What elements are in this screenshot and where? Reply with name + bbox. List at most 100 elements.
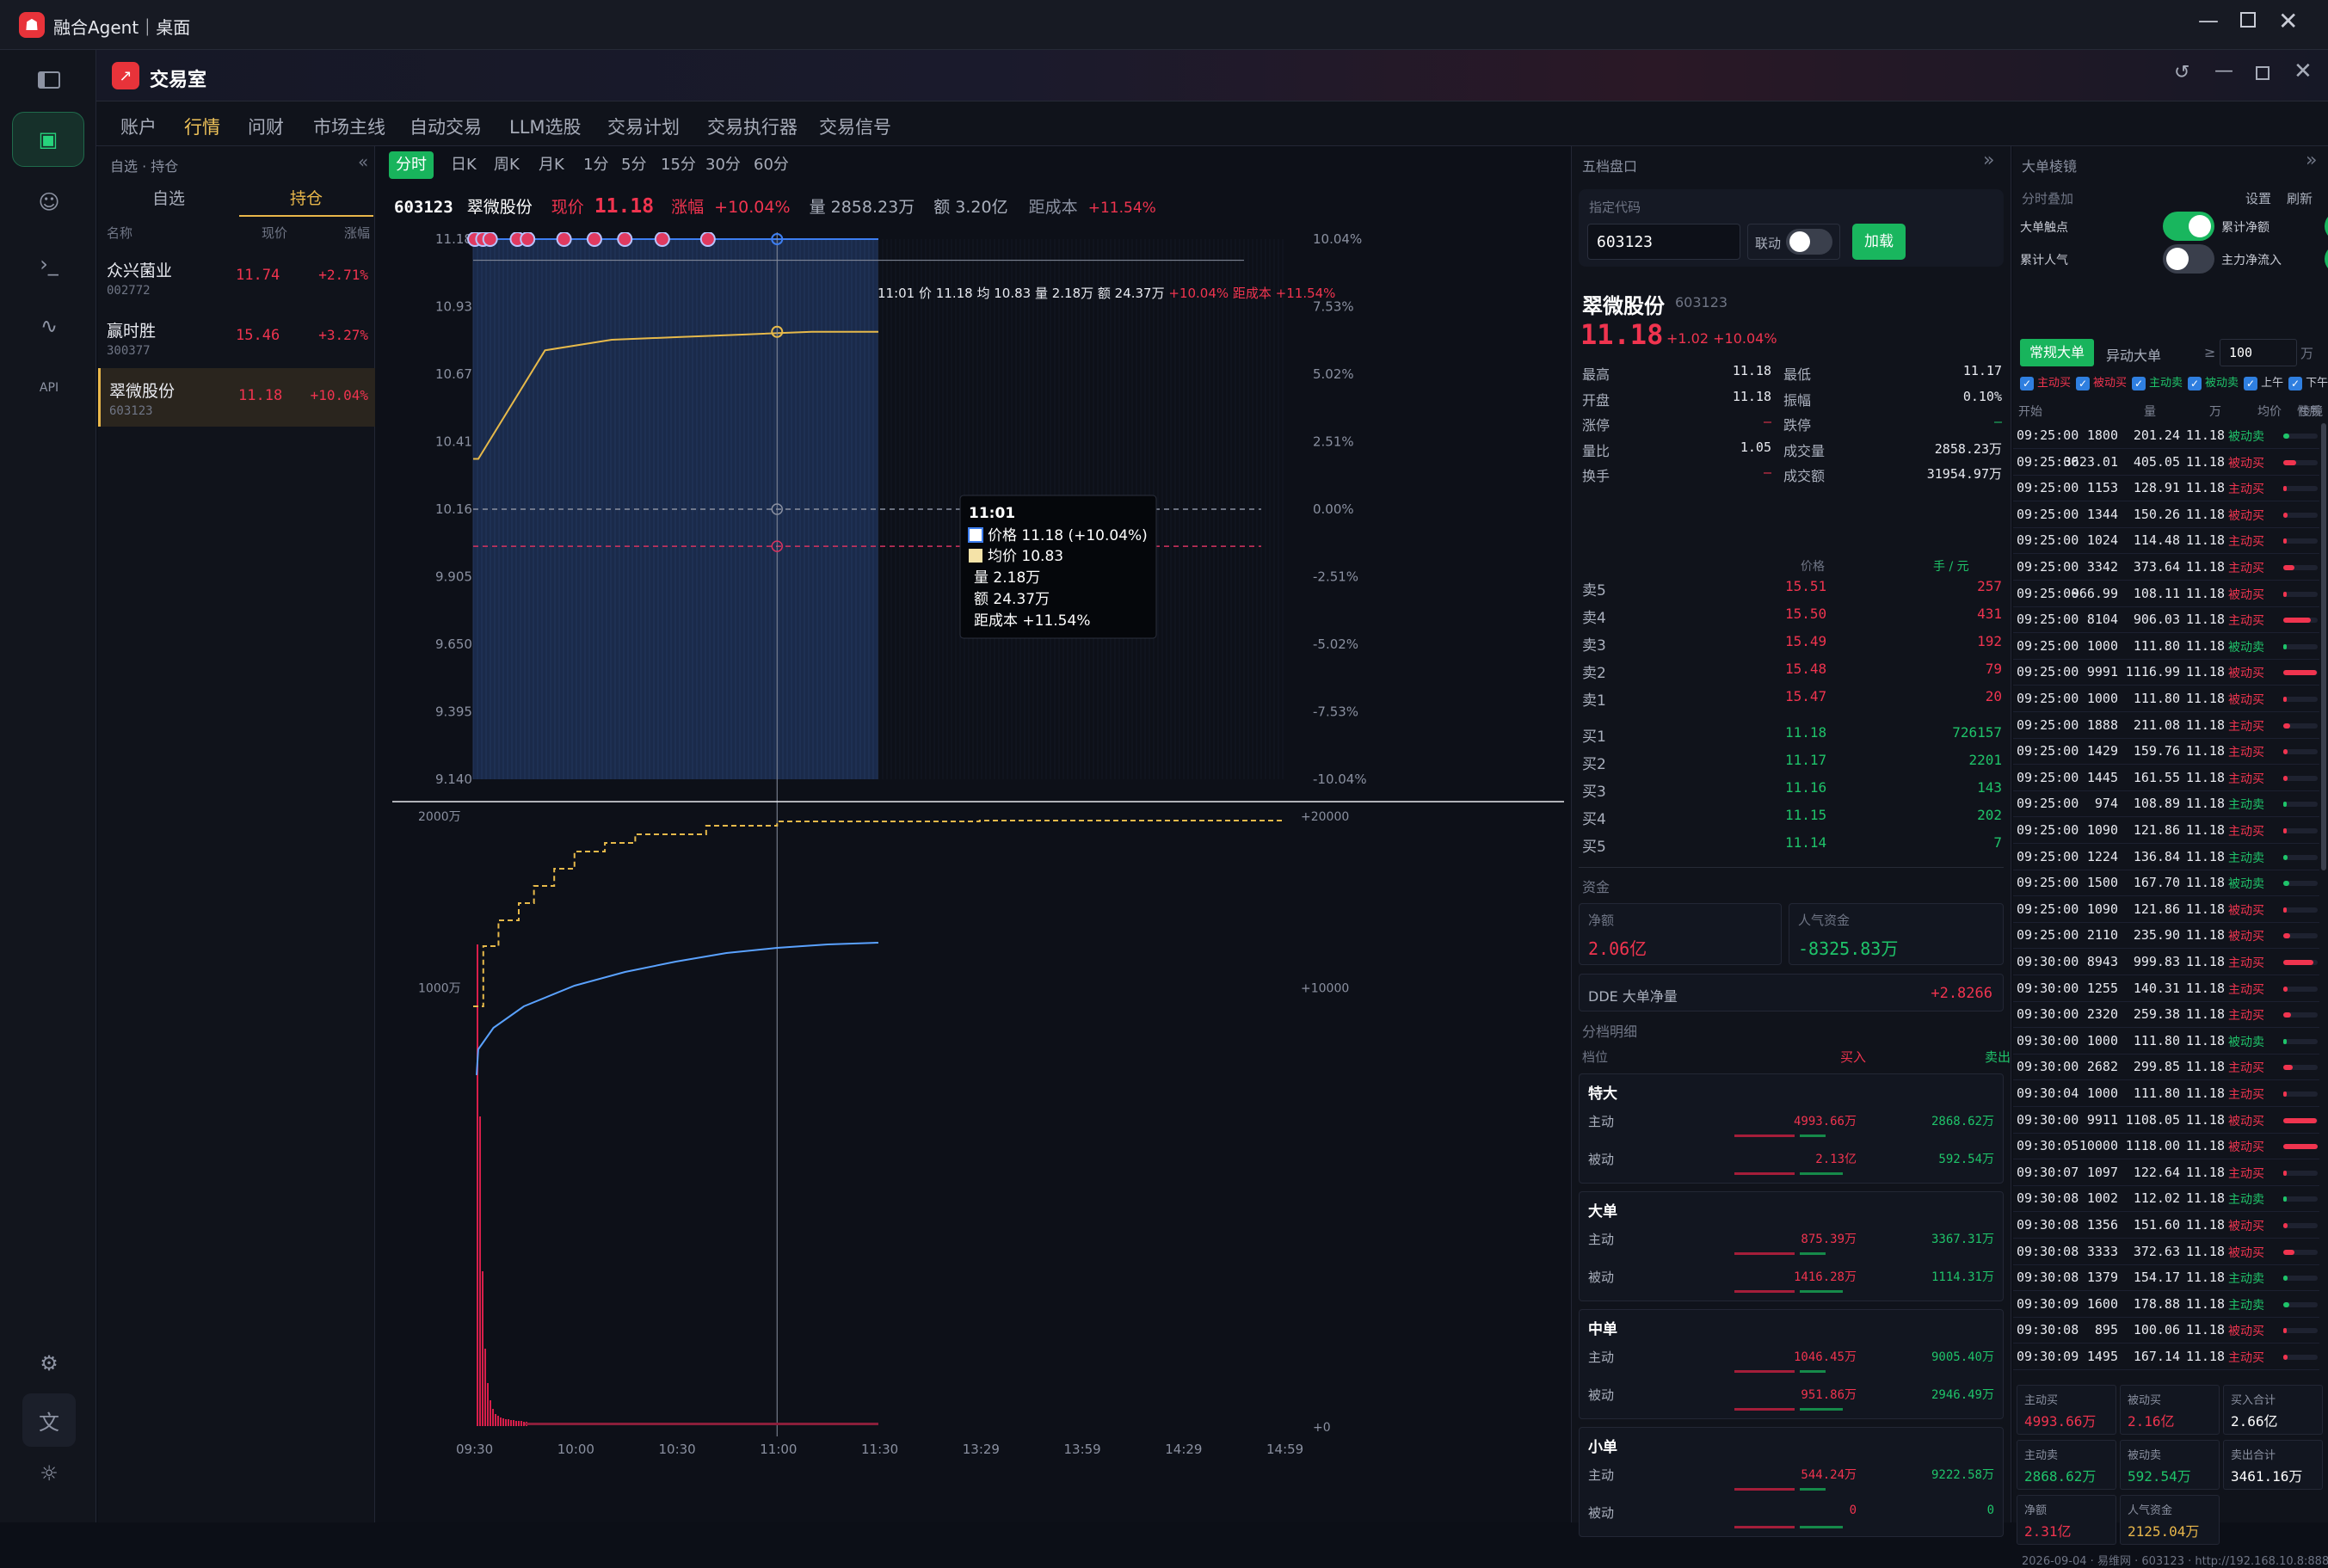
order-row[interactable]: 09:30:08 1356 151.60 11.18 被动买 (2013, 1213, 2319, 1239)
history-icon[interactable]: ↺ (2174, 62, 2189, 83)
tab-1[interactable]: 行情 (184, 114, 220, 139)
tab-0[interactable]: 账户 (120, 114, 157, 139)
tab-4[interactable]: 自动交易 (410, 114, 482, 139)
bids-price[interactable]: 11.17 (1785, 752, 1826, 768)
code-input[interactable]: 603123 (1587, 224, 1740, 260)
big-order-marker[interactable] (520, 232, 536, 247)
load-button[interactable]: 加载 (1852, 224, 1906, 260)
tab-regular-big[interactable]: 常规大单 (2020, 339, 2094, 366)
big-order-marker[interactable] (699, 232, 716, 247)
order-row[interactable]: 09:30:07 1097 122.64 11.18 主动买 (2013, 1160, 2319, 1186)
trend-icon[interactable]: ∿ (28, 304, 71, 347)
tab-3[interactable]: 市场主线 (313, 114, 385, 139)
filter-check[interactable]: ✓ 主动卖 (2132, 376, 2183, 390)
min-value-input[interactable]: 100 (2220, 339, 2297, 366)
orders-scrollbar[interactable] (2321, 423, 2326, 870)
order-row[interactable]: 09:30:00 1255 140.31 11.18 主动买 (2013, 976, 2319, 1002)
tab-2[interactable]: 问财 (248, 114, 284, 139)
period-7[interactable]: 30分 (699, 151, 748, 179)
minimize-icon[interactable]: — (2198, 9, 2219, 33)
order-row[interactable]: 09:30:08 1379 154.17 11.18 主动卖 (2013, 1265, 2319, 1292)
expand-right-icon[interactable]: » (1983, 150, 1994, 171)
overlay-toggle[interactable] (2163, 244, 2214, 274)
tab-8[interactable]: 交易信号 (819, 114, 891, 139)
order-row[interactable]: 09:30:00 2682 299.85 11.18 主动买 (2013, 1055, 2319, 1081)
order-row[interactable]: 09:25:00 1224 136.84 11.18 主动卖 (2013, 845, 2319, 870)
order-row[interactable]: 09:25:00 1500 167.70 11.18 被动卖 (2013, 870, 2319, 897)
settings-link[interactable]: 设置 (2245, 189, 2271, 207)
big-order-marker[interactable] (482, 232, 498, 247)
link-toggle[interactable] (1786, 229, 1832, 255)
order-row[interactable]: 09:25:00 1090 121.86 11.18 主动买 (2013, 818, 2319, 844)
asks-price[interactable]: 15.50 (1785, 606, 1826, 622)
maximize-icon[interactable] (2240, 12, 2256, 28)
app-close-icon[interactable]: ✕ (2294, 58, 2313, 84)
asks-price[interactable]: 15.47 (1785, 688, 1826, 704)
order-row[interactable]: 09:30:09 1600 178.88 11.18 主动卖 (2013, 1292, 2319, 1318)
refresh-link[interactable]: 刷新 (2287, 189, 2313, 207)
order-row[interactable]: 09:25:00 966.99 108.11 11.18 被动买 (2013, 581, 2319, 607)
asks-price[interactable]: 15.48 (1785, 661, 1826, 677)
tab-abnormal-big[interactable]: 异动大单 (2106, 344, 2161, 365)
big-order-marker[interactable] (586, 232, 602, 247)
order-row[interactable]: 09:25:00 1090 121.86 11.18 被动买 (2013, 897, 2319, 923)
overlay-toggle[interactable] (2163, 212, 2214, 241)
order-row[interactable]: 09:25:00 2110 235.90 11.18 被动买 (2013, 923, 2319, 950)
collapse-left-icon[interactable]: « (358, 151, 368, 172)
order-row[interactable]: 09:30:05 10000 1118.00 11.18 被动买 (2013, 1134, 2319, 1160)
sidebar-toggle-icon[interactable] (28, 58, 71, 101)
robot-icon[interactable]: ☺ (28, 181, 71, 224)
tab-7[interactable]: 交易执行器 (707, 114, 798, 139)
order-row[interactable]: 09:25:00 1000 111.80 11.18 被动卖 (2013, 634, 2319, 660)
terminal-icon[interactable]: ›_ (28, 243, 71, 286)
order-row[interactable]: 09:25:00 1888 211.08 11.18 主动买 (2013, 713, 2319, 739)
period-1[interactable]: 日K (444, 151, 483, 179)
app-restore-icon[interactable] (2256, 66, 2269, 80)
overlay-toggle[interactable] (2325, 212, 2328, 241)
filter-check[interactable]: ✓ 被动买 (2076, 376, 2127, 390)
order-row[interactable]: 09:25:00 1800 201.24 11.18 被动卖 (2013, 423, 2319, 449)
filter-check[interactable]: ✓ 下午 (2288, 376, 2328, 390)
close-icon[interactable]: ✕ (2278, 7, 2298, 35)
order-row[interactable]: 09:30:00 8943 999.83 11.18 主动买 (2013, 950, 2319, 975)
intraday-chart[interactable]: 11.18 10.04% 10.93 7.53% 10.67 5.02% 10.41 2.51… (384, 232, 1569, 1522)
order-row[interactable]: 09:25:00 1024 114.48 11.18 主动买 (2013, 528, 2319, 555)
order-row[interactable]: 09:30:08 1002 112.02 11.18 主动卖 (2013, 1186, 2319, 1213)
tab-6[interactable]: 交易计划 (607, 114, 680, 139)
segment-1[interactable]: 持仓 (239, 182, 373, 217)
period-0[interactable]: 分时 (389, 151, 434, 179)
watch-item[interactable]: 赢时胜 300377 15.46 +3.27% (98, 308, 375, 366)
big-order-marker[interactable] (556, 232, 572, 247)
overlay-toggle[interactable] (2325, 244, 2328, 274)
order-row[interactable]: 09:25:00 1429 159.76 11.18 主动买 (2013, 739, 2319, 766)
tab-5[interactable]: LLM选股 (509, 114, 582, 139)
asks-price[interactable]: 15.49 (1785, 633, 1826, 649)
bids-price[interactable]: 11.16 (1785, 779, 1826, 796)
asks-price[interactable]: 15.51 (1785, 578, 1826, 594)
order-row[interactable]: 09:25:00 1445 161.55 11.18 主动买 (2013, 766, 2319, 791)
period-2[interactable]: 周K (487, 151, 527, 179)
order-row[interactable]: 09:30:00 2320 259.38 11.18 主动买 (2013, 1002, 2319, 1029)
segment-0[interactable]: 自选 (102, 182, 236, 217)
watch-item[interactable]: 翠微股份 603123 11.18 +10.04% (98, 368, 375, 427)
translate-icon[interactable]: 文 (22, 1393, 76, 1447)
order-row[interactable]: 09:25:00 3342 373.64 11.18 主动买 (2013, 555, 2319, 581)
app-minimize-icon[interactable]: — (2214, 60, 2233, 82)
order-row[interactable]: 09:25:00 1000 111.80 11.18 被动买 (2013, 686, 2319, 712)
big-order-marker[interactable] (654, 232, 670, 247)
filter-check[interactable]: ✓ 主动买 (2020, 376, 2071, 390)
period-4[interactable]: 1分 (576, 151, 615, 179)
order-row[interactable]: 09:30:08 3333 372.63 11.18 被动买 (2013, 1239, 2319, 1265)
order-row[interactable]: 09:25:00 1344 150.26 11.18 被动买 (2013, 502, 2319, 528)
filter-check[interactable]: ✓ 上午 (2244, 376, 2283, 390)
order-row[interactable]: 09:30:04 1000 111.80 11.18 主动买 (2013, 1081, 2319, 1107)
period-3[interactable]: 月K (532, 151, 571, 179)
api-icon[interactable]: API (28, 366, 71, 409)
order-row[interactable]: 09:25:00 8104 906.03 11.18 主动买 (2013, 607, 2319, 634)
order-row[interactable]: 09:30:08 895 100.06 11.18 被动买 (2013, 1318, 2319, 1344)
order-row[interactable]: 09:30:09 1495 167.14 11.18 主动买 (2013, 1344, 2319, 1370)
big-order-marker[interactable] (617, 232, 633, 247)
period-6[interactable]: 15分 (654, 151, 703, 179)
order-row[interactable]: 09:25:00 1153 128.91 11.18 主动买 (2013, 476, 2319, 502)
bids-price[interactable]: 11.15 (1785, 807, 1826, 823)
